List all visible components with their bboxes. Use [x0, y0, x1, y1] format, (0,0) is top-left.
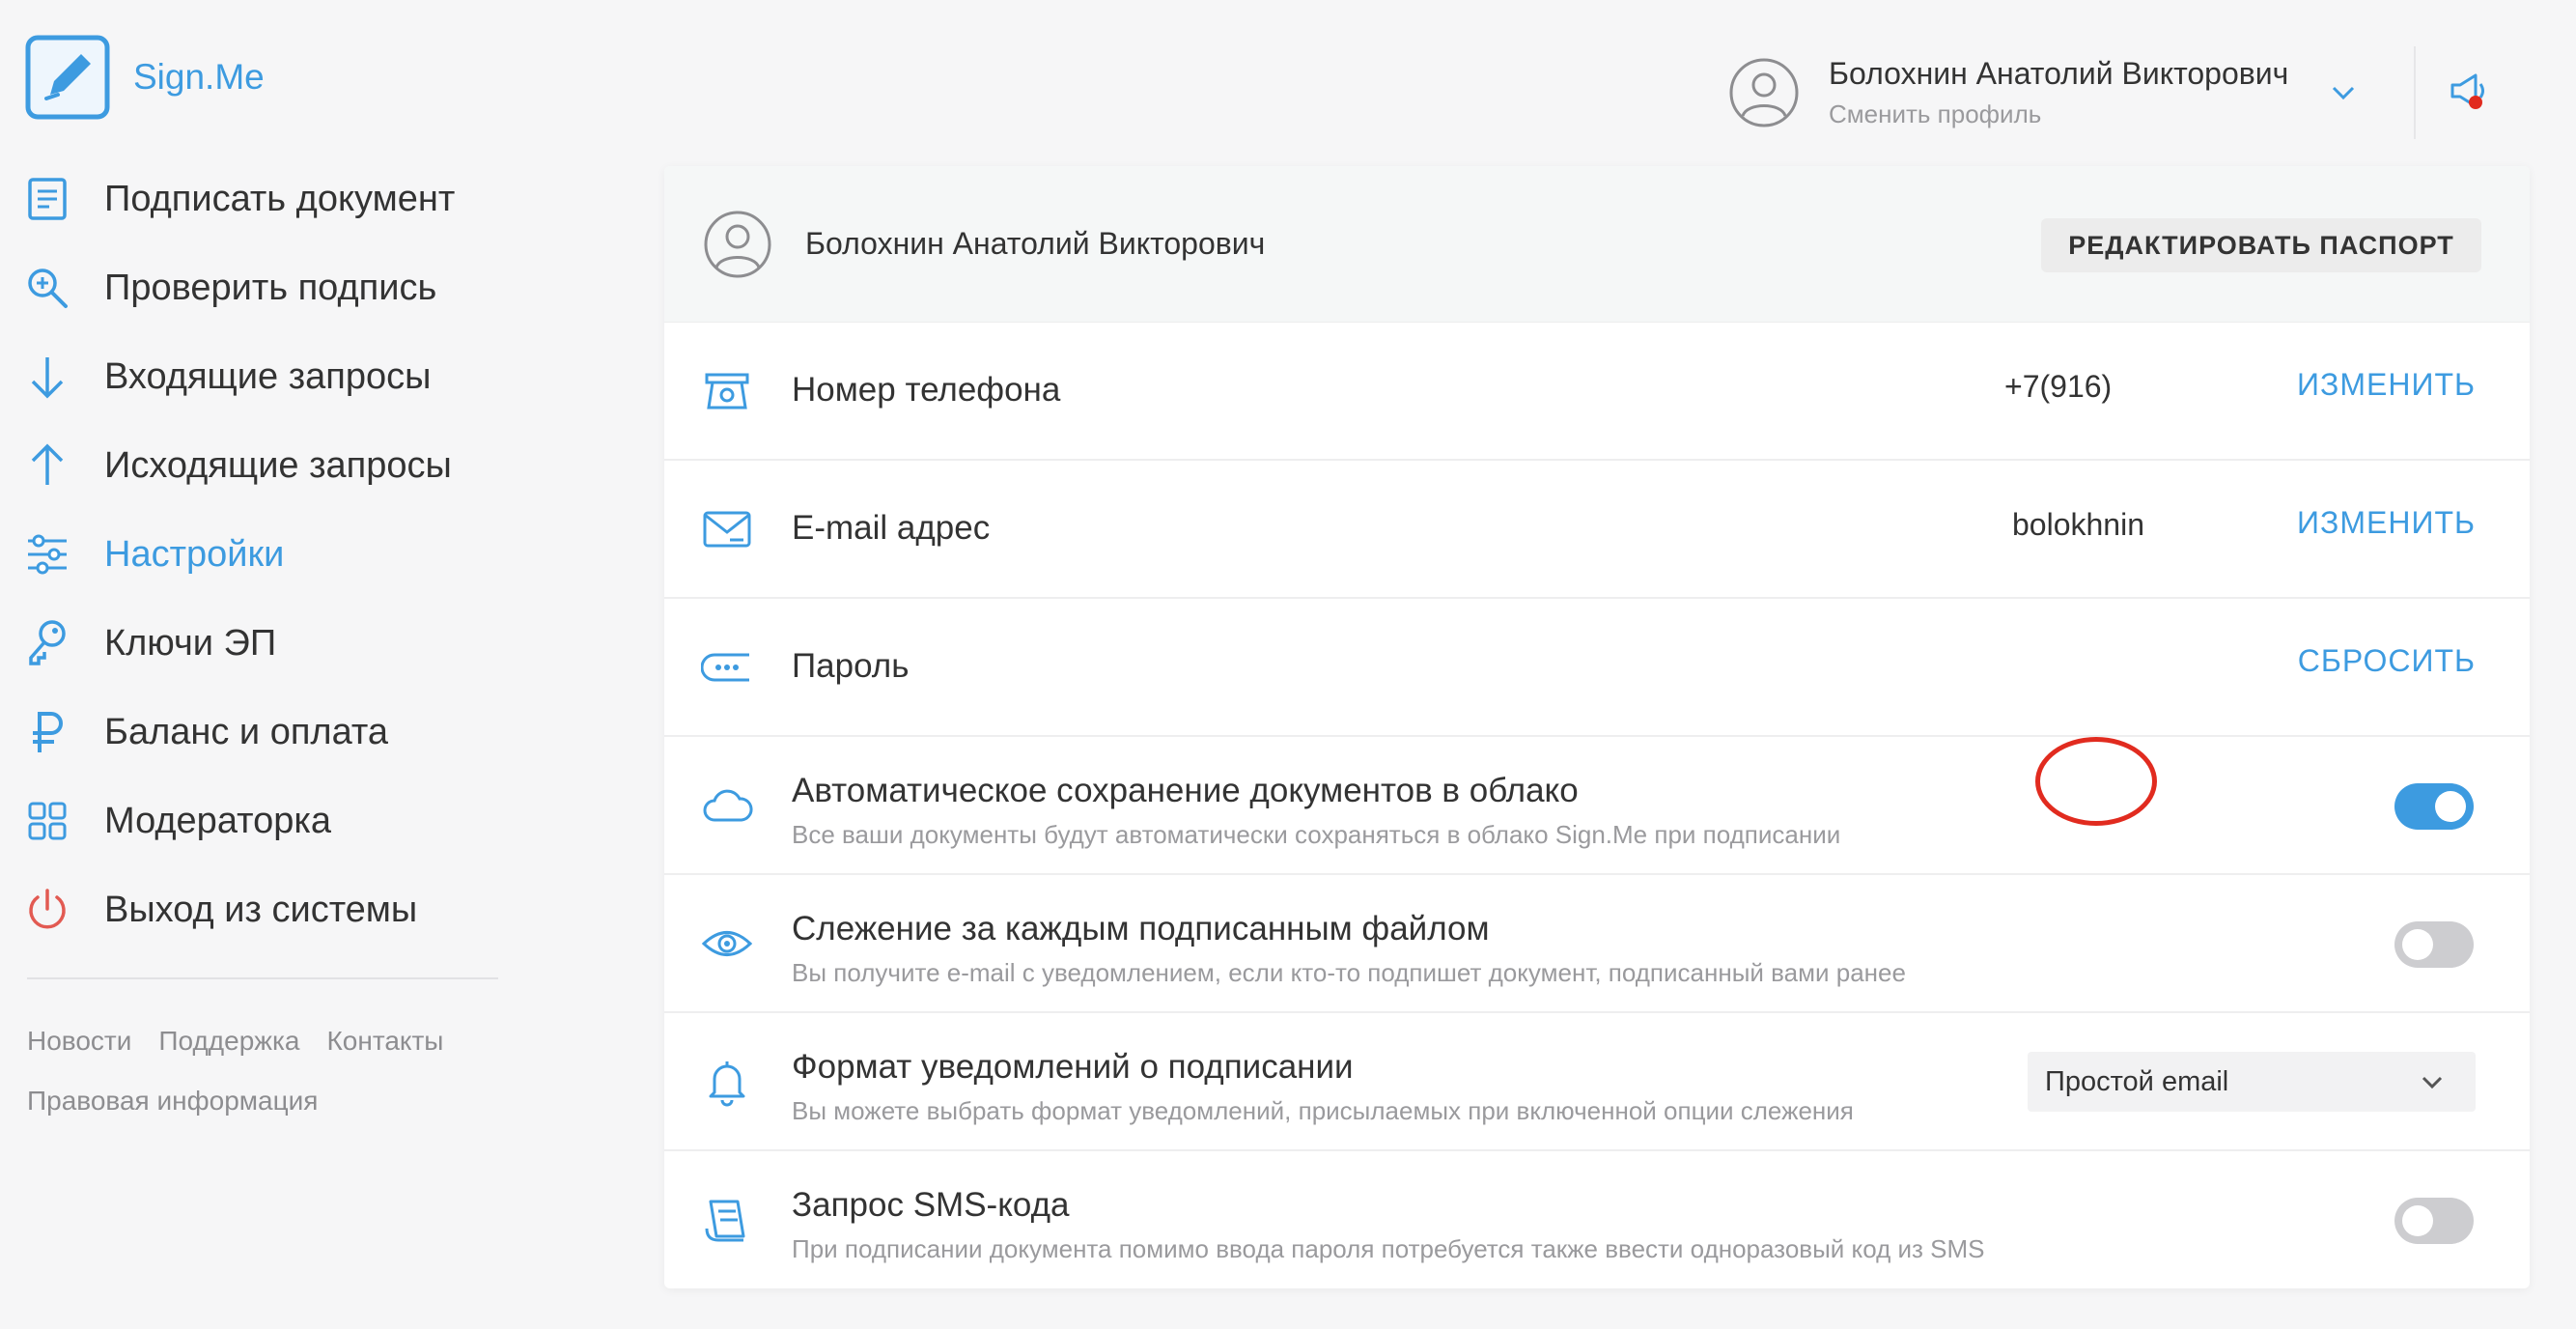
- document-icon: [25, 177, 70, 221]
- eye-icon: [701, 931, 753, 956]
- megaphone-notification-icon[interactable]: [2447, 70, 2491, 114]
- sidebar-item-outgoing-requests[interactable]: Исходящие запросы: [25, 421, 508, 510]
- toggle-knob: [2435, 791, 2466, 822]
- profile-text: Болохнин Анатолий Викторович Сменить про…: [1829, 56, 2288, 129]
- settings-panel: Болохнин Анатолий Викторович РЕДАКТИРОВА…: [664, 166, 2530, 1288]
- footer-row: Новости Поддержка Контакты: [27, 1026, 529, 1057]
- tracking-subtitle: Вы получите e-mail с уведомлением, если …: [792, 958, 1906, 987]
- sidebar-item-label: Выход из системы: [104, 889, 418, 930]
- bell-icon: [709, 1061, 745, 1107]
- notify-format-title: Формат уведомлений о подписании: [792, 1048, 1354, 1086]
- sidebar: Sign.Me Подписать документ Проверить под…: [0, 0, 541, 1329]
- tracking-toggle[interactable]: [2394, 921, 2474, 968]
- sidebar-item-settings[interactable]: Настройки: [25, 510, 508, 599]
- sidebar-item-label: Баланс и оплата: [104, 711, 388, 752]
- phone-title: Номер телефона: [792, 371, 1061, 409]
- password-title: Пароль: [792, 647, 910, 685]
- sidebar-item-logout[interactable]: Выход из системы: [25, 865, 508, 954]
- autosave-row: Автоматическое сохранение документов в о…: [664, 737, 2530, 875]
- sms-title: Запрос SMS-кода: [792, 1186, 1070, 1224]
- email-row: E-mail адрес bolokhnin ИЗМЕНИТЬ: [664, 461, 2530, 599]
- notify-format-subtitle: Вы можете выбрать формат уведомлений, пр…: [792, 1096, 1854, 1125]
- sidebar-item-incoming-requests[interactable]: Входящие запросы: [25, 332, 508, 421]
- sidebar-item-label: Входящие запросы: [104, 355, 432, 397]
- sidebar-nav: Подписать документ Проверить подпись Вхо…: [25, 155, 508, 954]
- phone-icon: [705, 373, 749, 410]
- sidebar-item-keys[interactable]: Ключи ЭП: [25, 599, 508, 688]
- footer-link-news[interactable]: Новости: [27, 1026, 131, 1057]
- email-value: bolokhnin: [2012, 507, 2144, 542]
- phone-row: Номер телефона +7(916) ИЗМЕНИТЬ: [664, 323, 2530, 461]
- sidebar-item-label: Исходящие запросы: [104, 444, 452, 486]
- notify-format-row: Формат уведомлений о подписании Вы может…: [664, 1013, 2530, 1151]
- chevron-down-icon[interactable]: [2329, 78, 2358, 107]
- change-phone-button[interactable]: ИЗМЕНИТЬ: [2297, 367, 2476, 403]
- app: Sign.Me Подписать документ Проверить под…: [0, 0, 2576, 1329]
- password-dots-icon: [701, 653, 749, 682]
- brand-name: Sign.Me: [133, 57, 265, 97]
- header-divider: [2414, 46, 2416, 139]
- arrow-down-icon: [25, 354, 70, 399]
- profile-switcher[interactable]: Болохнин Анатолий Викторович Сменить про…: [1728, 54, 2358, 131]
- ruble-icon: [25, 710, 70, 754]
- footer-link-contacts[interactable]: Контакты: [326, 1026, 443, 1057]
- phone-value: +7(916): [2004, 369, 2113, 404]
- footer-links: Новости Поддержка Контакты Правовая инфо…: [27, 1026, 529, 1117]
- sidebar-item-label: Подписать документ: [104, 178, 456, 219]
- notify-format-selected: Простой email: [2045, 1065, 2229, 1097]
- cloud-icon: [703, 789, 753, 822]
- sidebar-item-sign-document[interactable]: Подписать документ: [25, 155, 508, 243]
- footer-link-support[interactable]: Поддержка: [158, 1026, 299, 1057]
- footer-row: Правовая информация: [27, 1086, 529, 1117]
- arrow-up-icon: [25, 443, 70, 488]
- toggle-knob: [2402, 929, 2433, 960]
- avatar-icon: [704, 211, 771, 277]
- footer-link-legal[interactable]: Правовая информация: [27, 1086, 318, 1117]
- highlight-annotation-ring: [2035, 737, 2157, 826]
- sidebar-item-label: Проверить подпись: [104, 267, 437, 308]
- sliders-icon: [25, 532, 70, 577]
- autosave-title: Автоматическое сохранение документов в о…: [792, 772, 1579, 809]
- sms-toggle[interactable]: [2394, 1198, 2474, 1244]
- profile-name: Болохнин Анатолий Викторович: [1829, 56, 2289, 91]
- email-title: E-mail адрес: [792, 509, 991, 547]
- sidebar-item-label: Модераторка: [104, 800, 331, 841]
- sms-message-icon: [705, 1200, 745, 1242]
- toggle-knob: [2402, 1205, 2433, 1236]
- autosave-toggle[interactable]: [2394, 783, 2474, 830]
- magnify-plus-icon: [25, 266, 70, 310]
- reset-password-button[interactable]: СБРОСИТЬ: [2298, 643, 2476, 679]
- sms-subtitle: При подписании документа помимо ввода па…: [792, 1234, 1985, 1263]
- panel-header: Болохнин Анатолий Викторович РЕДАКТИРОВА…: [664, 166, 2530, 323]
- tracking-row: Слежение за каждым подписанным файлом Вы…: [664, 875, 2530, 1013]
- sidebar-item-moderation[interactable]: Модераторка: [25, 777, 508, 865]
- sidebar-item-label: Ключи ЭП: [104, 622, 277, 664]
- key-icon: [25, 620, 70, 665]
- sidebar-item-label: Настройки: [104, 533, 285, 575]
- avatar-icon: [1729, 58, 1799, 127]
- sms-row: Запрос SMS-кода При подписании документа…: [664, 1151, 2530, 1288]
- password-row: Пароль СБРОСИТЬ: [664, 599, 2530, 737]
- grid-icon: [25, 799, 70, 843]
- logo[interactable]: Sign.Me: [25, 35, 265, 120]
- autosave-subtitle: Все ваши документы будут автоматически с…: [792, 820, 1841, 849]
- chevron-down-icon: [2422, 1076, 2443, 1089]
- notify-format-select[interactable]: Простой email: [2028, 1052, 2476, 1112]
- power-icon: [25, 888, 70, 932]
- tracking-title: Слежение за каждым подписанным файлом: [792, 910, 1490, 947]
- sidebar-item-balance[interactable]: Баланс и оплата: [25, 688, 508, 777]
- edit-passport-button[interactable]: РЕДАКТИРОВАТЬ ПАСПОРТ: [2041, 218, 2481, 272]
- logo-pen-icon: [25, 35, 110, 120]
- change-email-button[interactable]: ИЗМЕНИТЬ: [2297, 505, 2476, 541]
- sidebar-item-verify-signature[interactable]: Проверить подпись: [25, 243, 508, 332]
- switch-profile-link[interactable]: Сменить профиль: [1829, 99, 2288, 129]
- sidebar-divider: [27, 977, 498, 979]
- envelope-icon: [703, 511, 751, 548]
- panel-user-name: Болохнин Анатолий Викторович: [805, 226, 1266, 261]
